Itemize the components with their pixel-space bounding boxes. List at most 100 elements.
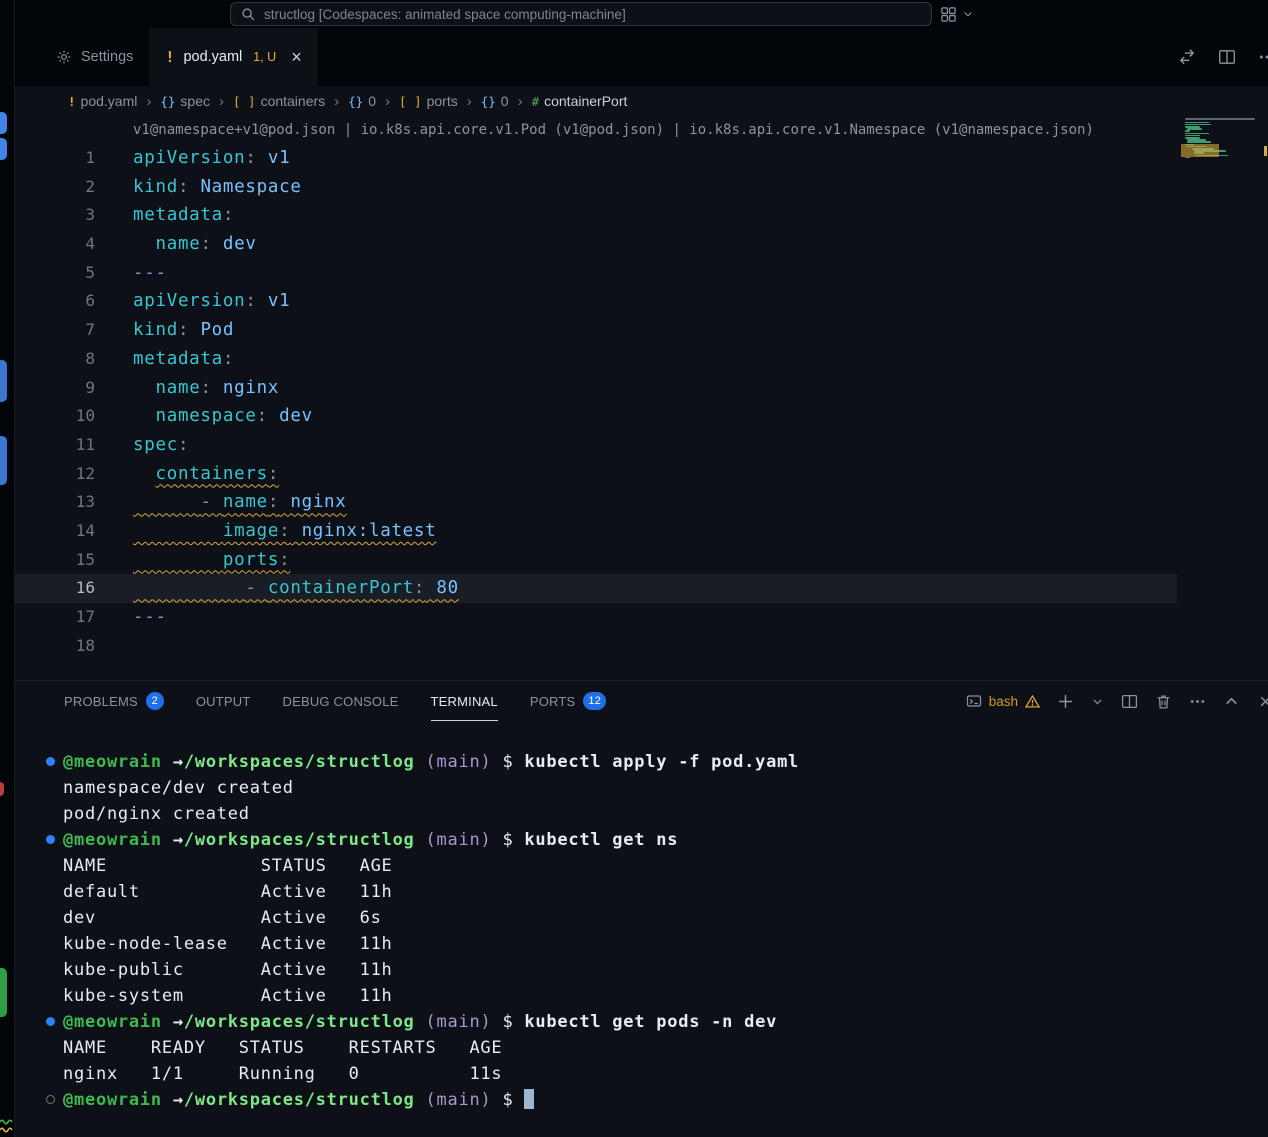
panel-tab-label: DEBUG CONSOLE — [283, 694, 399, 709]
prompt-user: @meowrain — [63, 1090, 173, 1110]
panel-tab-ports[interactable]: PORTS12 — [530, 681, 606, 721]
launch-profile-chevron-icon[interactable] — [1091, 695, 1104, 708]
yaml-schema-lens[interactable]: v1@namespace+v1@pod.json | io.k8s.api.co… — [14, 116, 1268, 144]
maximize-panel-chevron-up-icon[interactable] — [1223, 693, 1240, 710]
line-content: metadata: — [95, 345, 234, 374]
minimap[interactable] — [1177, 116, 1268, 346]
editor-line-4[interactable]: 4 name: dev — [14, 230, 1177, 259]
terminal-prompt-line: @meowrain →/workspaces/structlog (main) … — [63, 749, 1268, 775]
code-token-doc: --- — [133, 607, 167, 627]
editor-line-11[interactable]: 11spec: — [14, 431, 1177, 460]
remote-indicator[interactable] — [940, 0, 974, 28]
breadcrumb-item-containers[interactable]: [ ]containers — [233, 93, 325, 109]
breadcrumb-separator-chevron-icon: › — [334, 93, 339, 110]
editor-line-3[interactable]: 3metadata: — [14, 201, 1177, 230]
activity-bar-partial-icon[interactable] — [0, 968, 7, 1017]
tab-pod-yaml[interactable]: ! pod.yaml 1, U × — [149, 28, 317, 86]
tab-label: pod.yaml — [183, 49, 242, 65]
line-number: 4 — [14, 230, 95, 259]
prompt-git-branch: (main) — [415, 830, 492, 850]
prompt-dollar: $ — [491, 752, 524, 772]
close-icon[interactable]: × — [291, 48, 302, 66]
terminal-lines: @meowrain →/workspaces/structlog (main) … — [63, 749, 1268, 1113]
code-token-key: containers — [155, 464, 267, 484]
activity-bar-partial-icon[interactable] — [0, 360, 7, 402]
kill-terminal-trash-icon[interactable] — [1155, 693, 1172, 710]
editor-line-18[interactable]: 18 — [14, 632, 1177, 661]
command-decoration-dot[interactable] — [46, 1095, 55, 1104]
editor-line-9[interactable]: 9 name: nginx — [14, 374, 1177, 403]
command-decoration-dot[interactable] — [46, 1017, 55, 1026]
line-number: 14 — [14, 517, 95, 546]
editor-line-16[interactable]: 16 - containerPort: 80 — [14, 574, 1177, 603]
activity-bar-partial-icon[interactable] — [0, 112, 7, 134]
split-terminal-icon[interactable] — [1121, 693, 1138, 710]
activity-bar[interactable] — [0, 0, 15, 1137]
panel-more-actions-kebab-icon[interactable] — [1189, 693, 1206, 710]
activity-bar-partial-icon[interactable] — [0, 436, 7, 485]
code-token-key: kind — [133, 177, 178, 197]
editor-line-8[interactable]: 8metadata: — [14, 345, 1177, 374]
tab-settings[interactable]: Settings — [40, 28, 149, 86]
editor-line-17[interactable]: 17--- — [14, 603, 1177, 632]
code-token-plain — [133, 492, 200, 512]
line-number: 10 — [14, 402, 95, 431]
editor-line-5[interactable]: 5--- — [14, 259, 1177, 288]
breadcrumb-item-0[interactable]: {}0 — [481, 93, 509, 109]
activity-bar-partial-icon[interactable] — [0, 782, 4, 796]
terminal[interactable]: @meowrain →/workspaces/structlog (main) … — [14, 721, 1268, 1137]
code-token-punc: - — [245, 578, 267, 598]
split-editor-icon[interactable] — [1218, 48, 1236, 66]
code-token-key: namespace — [155, 406, 256, 426]
editor-line-12[interactable]: 12 containers: — [14, 460, 1177, 489]
panel-tab-output[interactable]: OUTPUT — [196, 681, 251, 721]
editor-line-14[interactable]: 14 image: nginx:latest — [14, 517, 1177, 546]
breadcrumb-item-spec[interactable]: {}spec — [160, 93, 210, 109]
breadcrumb-item-ports[interactable]: [ ]ports — [399, 93, 458, 109]
editor-actions — [1178, 28, 1268, 86]
line-number: 13 — [14, 488, 95, 517]
line-number: 8 — [14, 345, 95, 374]
editor-line-13[interactable]: 13 - name: nginx — [14, 488, 1177, 517]
breadcrumb-label: 0 — [368, 93, 376, 109]
close-panel-icon[interactable] — [1257, 693, 1268, 710]
code-token-punc: : — [178, 435, 189, 455]
command-decoration-dot[interactable] — [46, 835, 55, 844]
open-changes-icon[interactable] — [1178, 48, 1196, 66]
line-content: image: nginx:latest — [95, 517, 436, 546]
command-center-search[interactable]: structlog [Codespaces: animated space co… — [230, 2, 932, 26]
terminal-icon — [966, 693, 982, 709]
editor-line-2[interactable]: 2kind: Namespace — [14, 173, 1177, 202]
panel-tab-terminal[interactable]: TERMINAL — [431, 681, 498, 721]
line-content: namespace: dev — [95, 402, 313, 431]
code-token-plain — [133, 521, 223, 541]
more-actions-kebab-icon[interactable] — [1258, 48, 1268, 66]
prompt-dollar: $ — [491, 830, 524, 850]
code-token-key: name — [155, 234, 200, 254]
panel-tab-problems[interactable]: PROBLEMS2 — [64, 681, 164, 721]
line-content: name: nginx — [95, 374, 279, 403]
code-token-plain — [133, 406, 155, 426]
editor-line-7[interactable]: 7kind: Pod — [14, 316, 1177, 345]
editor-line-6[interactable]: 6apiVersion: v1 — [14, 287, 1177, 316]
breadcrumb-item-0[interactable]: {}0 — [348, 93, 376, 109]
editor-line-10[interactable]: 10 namespace: dev — [14, 402, 1177, 431]
line-content: - name: nginx — [95, 488, 347, 517]
command-text: kubectl get pods -n dev — [524, 1012, 777, 1032]
breadcrumb-separator-chevron-icon: › — [146, 93, 151, 110]
breadcrumb-item-pod.yaml[interactable]: !pod.yaml — [68, 93, 137, 109]
terminal-output-line: nginx 1/1 Running 0 11s — [63, 1061, 1268, 1087]
new-terminal-plus-icon[interactable] — [1057, 693, 1074, 710]
editor-line-1[interactable]: 1apiVersion: v1 — [14, 144, 1177, 173]
editor-line-15[interactable]: 15 ports: — [14, 546, 1177, 575]
command-decoration-dot[interactable] — [46, 757, 55, 766]
activity-bar-partial-icon[interactable] — [0, 138, 7, 160]
code-token-key: metadata — [133, 205, 223, 225]
breadcrumb-item-containerport[interactable]: #containerPort — [532, 93, 628, 109]
code-token-val: v1 — [257, 291, 291, 311]
code-token-val: nginx — [212, 378, 279, 398]
panel-tab-debug-console[interactable]: DEBUG CONSOLE — [283, 681, 399, 721]
code-token-key: apiVersion — [133, 291, 245, 311]
terminal-instance[interactable]: bash — [966, 693, 1040, 709]
editor[interactable]: v1@namespace+v1@pod.json | io.k8s.api.co… — [14, 116, 1268, 680]
